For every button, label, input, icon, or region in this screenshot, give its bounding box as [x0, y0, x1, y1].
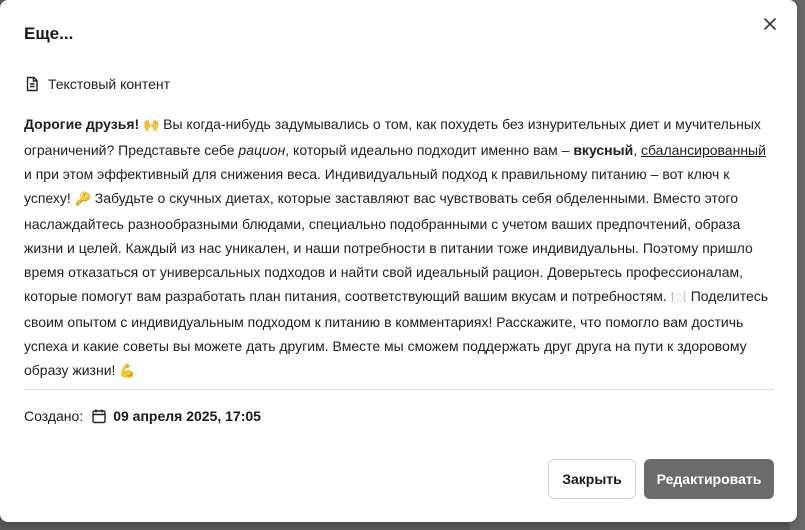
muscle-emoji: 💪	[119, 364, 136, 379]
balanced-word: сбалансированный	[640, 142, 766, 158]
ration-word: рацион	[238, 142, 286, 158]
document-icon	[24, 76, 40, 92]
comma: ,	[633, 142, 641, 158]
close-icon	[764, 17, 776, 33]
divider	[24, 389, 774, 390]
post-content: Дорогие друзья! 🙌 Вы когда-нибудь задумы…	[24, 112, 776, 384]
calendar-icon	[91, 408, 107, 424]
greeting: Дорогие друзья!	[24, 116, 140, 132]
created-date: 09 апреля 2025, 17:05	[113, 408, 261, 424]
text-part-2: , который идеально подходит именно вам –	[285, 142, 574, 158]
tasty-word: вкусный	[573, 142, 634, 158]
created-label: Создано:	[24, 408, 84, 424]
edit-button[interactable]: Редактировать	[644, 459, 774, 499]
section-header: Текстовый контент	[24, 76, 170, 92]
created-row: Создано: 09 апреля 2025, 17:05	[24, 408, 261, 424]
section-label: Текстовый контент	[48, 76, 171, 92]
modal-title: Еще...	[24, 24, 74, 43]
key-emoji: 🔑	[74, 192, 91, 207]
modal-dialog: Еще... Текстовый контент Дорогие друзья!…	[0, 0, 797, 522]
close-button[interactable]	[759, 14, 781, 36]
post-text: Дорогие друзья! 🙌 Вы когда-нибудь задумы…	[24, 112, 776, 384]
raising-hands-emoji: 🙌	[143, 118, 160, 133]
plate-emoji: 🍽️	[670, 290, 687, 305]
text-part-4: Забудьте о скучных диетах, которые заста…	[24, 190, 753, 304]
close-dialog-button[interactable]: Закрыть	[548, 459, 636, 499]
